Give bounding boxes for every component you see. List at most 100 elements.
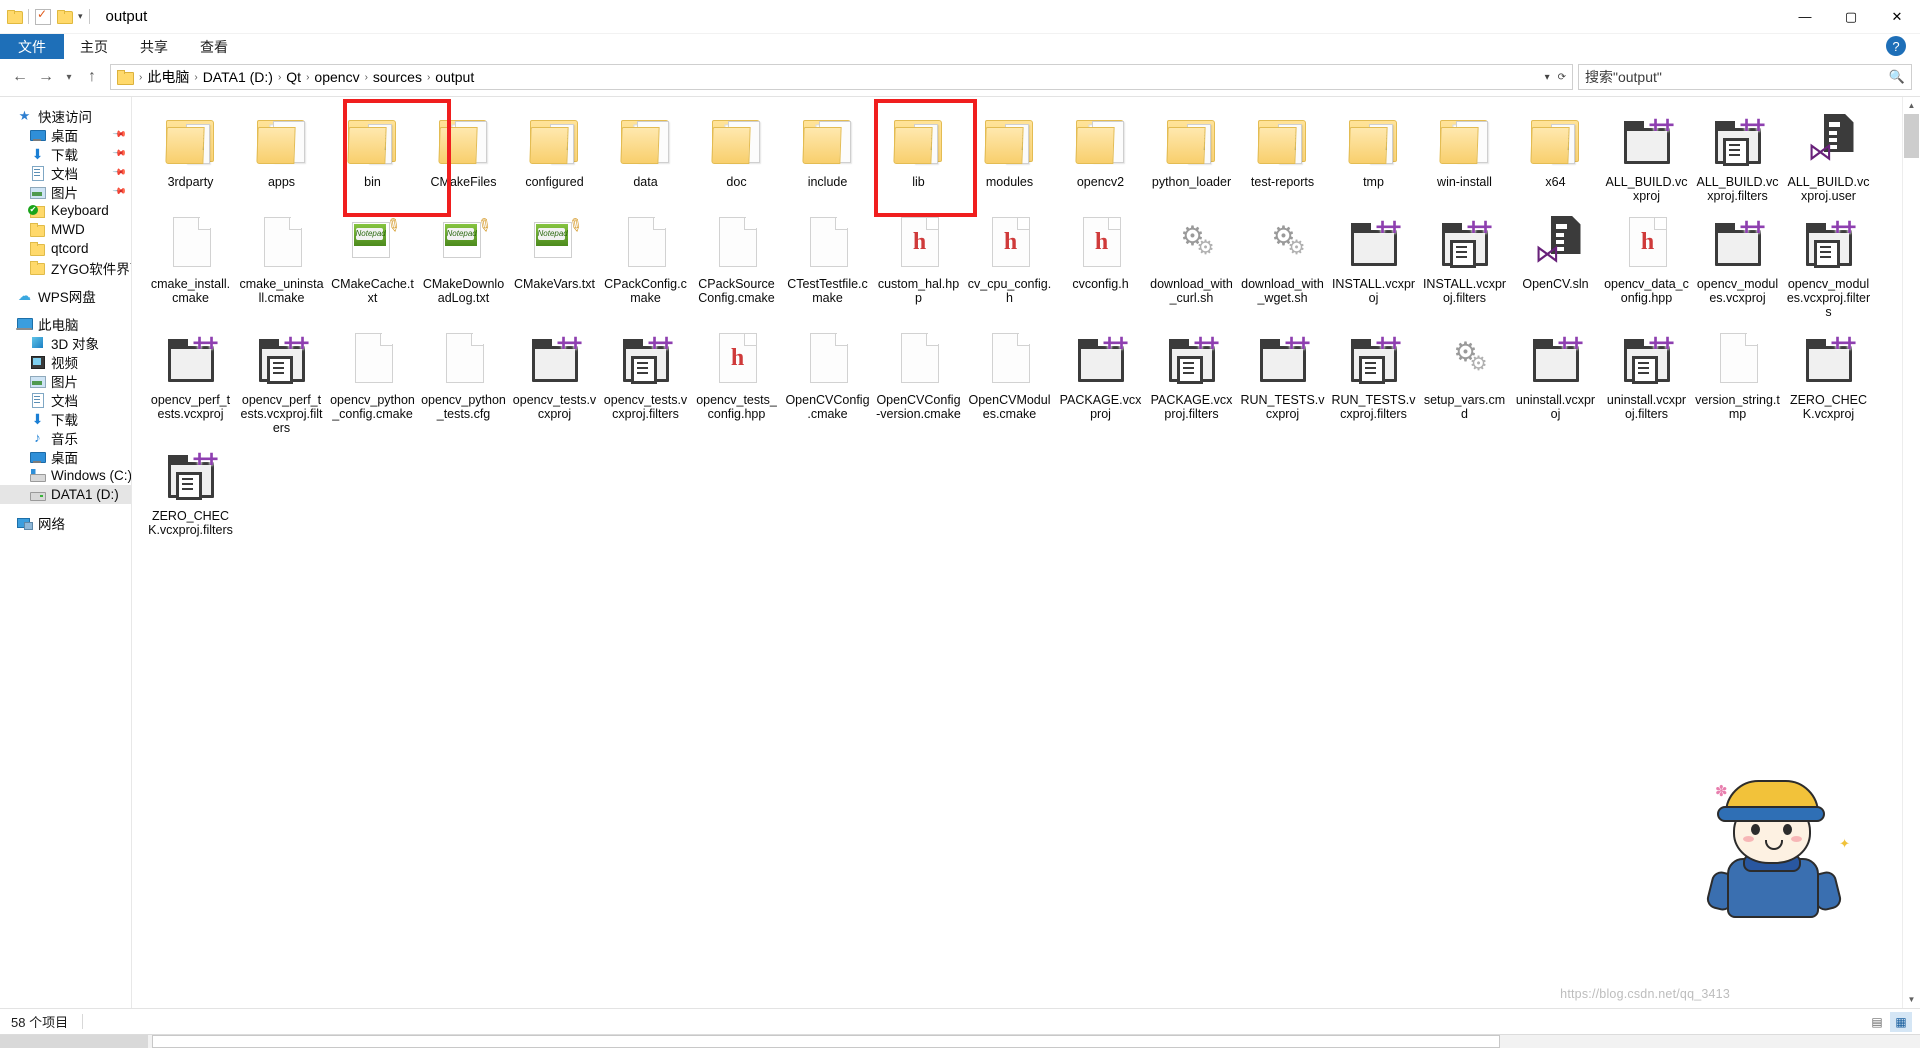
- details-view-icon[interactable]: ▤: [1866, 1012, 1888, 1032]
- sidebar-item-下载[interactable]: ⬇ 下载: [0, 409, 131, 428]
- breadcrumb-item-data1[interactable]: DATA1 (D:): [200, 69, 276, 85]
- file-item[interactable]: apps: [236, 107, 327, 205]
- sidebar-item-图片[interactable]: 图片: [0, 371, 131, 390]
- file-item[interactable]: OpenCVConfig-version.cmake: [873, 325, 964, 437]
- scroll-down-icon[interactable]: ▼: [1903, 991, 1920, 1008]
- file-item[interactable]: ⚙ ⚙ download_with_wget.sh: [1237, 209, 1328, 321]
- sidebar-item-Windows (C:)[interactable]: Windows (C:): [0, 466, 131, 485]
- file-item[interactable]: ++ PACKAGE.vcxproj: [1055, 325, 1146, 437]
- chevron-down-icon[interactable]: ▾: [1545, 72, 1550, 83]
- sidebar-item-文档[interactable]: 文档 📌: [0, 163, 131, 182]
- breadcrumb-item-qt[interactable]: Qt: [283, 69, 304, 85]
- file-item[interactable]: 3rdparty: [145, 107, 236, 205]
- file-item[interactable]: opencv2: [1055, 107, 1146, 205]
- file-item[interactable]: ++ opencv_modules.vcxproj: [1692, 209, 1783, 321]
- file-item[interactable]: ++ ALL_BUILD.vcxproj.filters: [1692, 107, 1783, 205]
- tab-home[interactable]: 主页: [64, 34, 124, 59]
- file-item[interactable]: ++ INSTALL.vcxproj.filters: [1419, 209, 1510, 321]
- file-item[interactable]: h cvconfig.h: [1055, 209, 1146, 321]
- file-item[interactable]: ++ ZERO_CHECK.vcxproj: [1783, 325, 1874, 437]
- sidebar-item-快速访问[interactable]: ★ 快速访问: [0, 106, 131, 125]
- file-item[interactable]: ++ opencv_modules.vcxproj.filters: [1783, 209, 1874, 321]
- file-item[interactable]: h custom_hal.hpp: [873, 209, 964, 321]
- sidebar-item-DATA1 (D:)[interactable]: DATA1 (D:): [0, 485, 131, 504]
- sidebar-item-桌面[interactable]: 桌面 📌: [0, 125, 131, 144]
- file-item[interactable]: ++ RUN_TESTS.vcxproj: [1237, 325, 1328, 437]
- search-icon[interactable]: 🔍: [1889, 69, 1905, 85]
- file-item[interactable]: win-install: [1419, 107, 1510, 205]
- file-item[interactable]: configured: [509, 107, 600, 205]
- file-item[interactable]: ++ opencv_tests.vcxproj.filters: [600, 325, 691, 437]
- file-item[interactable]: ++ ALL_BUILD.vcxproj: [1601, 107, 1692, 205]
- file-item[interactable]: ++ opencv_perf_tests.vcxproj.filters: [236, 325, 327, 437]
- maximize-button[interactable]: ▢: [1828, 0, 1874, 33]
- sidebar-item-此电脑[interactable]: 此电脑: [0, 314, 131, 333]
- file-item[interactable]: tmp: [1328, 107, 1419, 205]
- pin-icon[interactable]: 📌: [112, 165, 127, 181]
- minimize-button[interactable]: —: [1782, 0, 1828, 33]
- sidebar-item-文档[interactable]: 文档: [0, 390, 131, 409]
- tab-file[interactable]: 文件: [0, 34, 64, 59]
- pin-icon[interactable]: 📌: [112, 146, 127, 162]
- file-item[interactable]: Notepad ✎ CMakeDownloadLog.txt: [418, 209, 509, 321]
- file-item[interactable]: h opencv_data_config.hpp: [1601, 209, 1692, 321]
- back-button[interactable]: ←: [8, 65, 32, 89]
- file-item[interactable]: doc: [691, 107, 782, 205]
- up-button[interactable]: ↑: [80, 65, 104, 89]
- file-item[interactable]: ++ uninstall.vcxproj: [1510, 325, 1601, 437]
- sidebar-item-视频[interactable]: 视频: [0, 352, 131, 371]
- items-view[interactable]: 3rdparty apps bin CMakeFiles configured data d…: [132, 97, 1920, 1008]
- file-item[interactable]: ++ ZERO_CHECK.vcxproj.filters: [145, 441, 236, 539]
- tab-view[interactable]: 查看: [184, 34, 244, 59]
- sidebar-item-音乐[interactable]: ♪ 音乐: [0, 428, 131, 447]
- scrollbar-thumb[interactable]: [1904, 114, 1919, 158]
- sidebar-item-ZYGO软件界面[interactable]: ZYGO软件界面: [0, 258, 131, 277]
- file-item[interactable]: OpenCVConfig.cmake: [782, 325, 873, 437]
- sidebar-item-WPS网盘[interactable]: ☁ WPS网盘: [0, 286, 131, 305]
- file-item[interactable]: ++ uninstall.vcxproj.filters: [1601, 325, 1692, 437]
- file-item[interactable]: ++ INSTALL.vcxproj: [1328, 209, 1419, 321]
- file-item[interactable]: x64: [1510, 107, 1601, 205]
- tab-share[interactable]: 共享: [124, 34, 184, 59]
- breadcrumb-item-sources[interactable]: sources: [370, 69, 425, 85]
- file-item[interactable]: ⋈ ALL_BUILD.vcxproj.user: [1783, 107, 1874, 205]
- forward-button[interactable]: →: [34, 65, 58, 89]
- sidebar-item-桌面[interactable]: 桌面: [0, 447, 131, 466]
- pin-icon[interactable]: 📌: [112, 127, 127, 143]
- sidebar-item-Keyboard[interactable]: Keyboard: [0, 201, 131, 220]
- recent-locations-button[interactable]: ▾: [60, 65, 78, 89]
- file-item[interactable]: Notepad ✎ CMakeCache.txt: [327, 209, 418, 321]
- file-item[interactable]: ⋈ OpenCV.sln: [1510, 209, 1601, 321]
- breadcrumb-item-output[interactable]: output: [432, 69, 477, 85]
- file-item[interactable]: ++ opencv_perf_tests.vcxproj: [145, 325, 236, 437]
- file-item[interactable]: data: [600, 107, 691, 205]
- file-item[interactable]: test-reports: [1237, 107, 1328, 205]
- file-item[interactable]: CPackConfig.cmake: [600, 209, 691, 321]
- folder-icon[interactable]: [7, 10, 23, 24]
- file-item[interactable]: ++ PACKAGE.vcxproj.filters: [1146, 325, 1237, 437]
- large-icons-view-icon[interactable]: ▦: [1890, 1011, 1912, 1032]
- file-item[interactable]: h cv_cpu_config.h: [964, 209, 1055, 321]
- file-item[interactable]: ++ RUN_TESTS.vcxproj.filters: [1328, 325, 1419, 437]
- close-button[interactable]: ✕: [1874, 0, 1920, 33]
- navigation-pane[interactable]: ★快速访问桌面📌⬇下载📌文档📌图片📌KeyboardMWDqtcordZYGO软…: [0, 97, 132, 1008]
- chevron-down-icon[interactable]: ▾: [78, 12, 83, 21]
- breadcrumb-item-this-pc[interactable]: 此电脑: [144, 67, 192, 87]
- file-item[interactable]: ++ opencv_tests.vcxproj: [509, 325, 600, 437]
- sidebar-item-3D 对象[interactable]: 3D 对象: [0, 333, 131, 352]
- breadcrumb[interactable]: › 此电脑 › DATA1 (D:) › Qt › opencv › sourc…: [110, 64, 1573, 90]
- file-item[interactable]: ⚙ ⚙ download_with_curl.sh: [1146, 209, 1237, 321]
- properties-icon[interactable]: [35, 7, 51, 25]
- file-item[interactable]: lib: [873, 107, 964, 205]
- file-item[interactable]: opencv_python_tests.cfg: [418, 325, 509, 437]
- refresh-icon[interactable]: ⟳: [1558, 72, 1566, 83]
- file-item[interactable]: bin: [327, 107, 418, 205]
- file-item[interactable]: modules: [964, 107, 1055, 205]
- file-item[interactable]: OpenCVModules.cmake: [964, 325, 1055, 437]
- file-item[interactable]: cmake_install.cmake: [145, 209, 236, 321]
- new-folder-icon[interactable]: [57, 10, 73, 24]
- vertical-scrollbar[interactable]: ▲ ▼: [1902, 97, 1920, 1008]
- file-item[interactable]: ⚙ ⚙ setup_vars.cmd: [1419, 325, 1510, 437]
- help-icon[interactable]: ?: [1886, 36, 1906, 56]
- file-item[interactable]: opencv_python_config.cmake: [327, 325, 418, 437]
